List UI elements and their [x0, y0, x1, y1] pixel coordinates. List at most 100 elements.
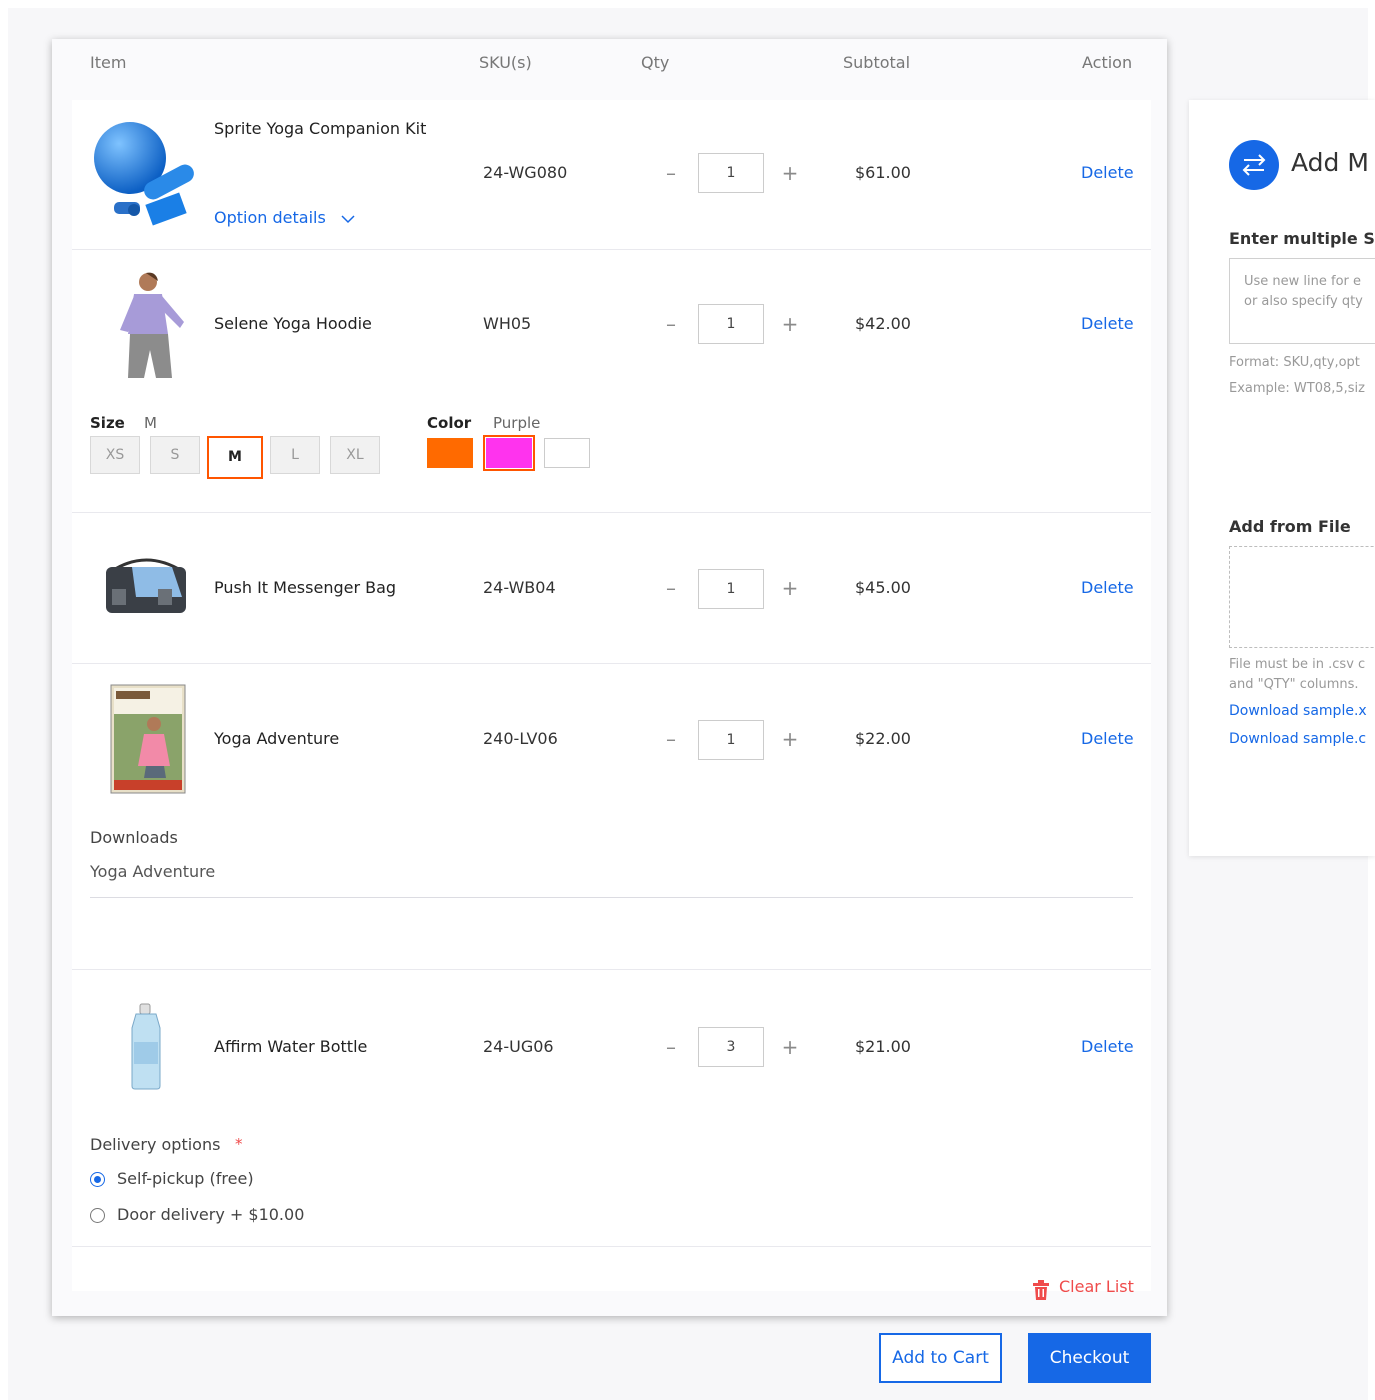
qty-decrease-button[interactable]: – — [662, 314, 680, 334]
color-swatch-purple[interactable] — [483, 435, 535, 471]
delivery-options-label: Delivery options — [90, 1135, 221, 1154]
qty-decrease-button[interactable]: – — [662, 578, 680, 598]
product-name: Sprite Yoga Companion Kit — [214, 119, 427, 138]
example-note: Example: WT08,5,siz — [1229, 381, 1365, 396]
column-header-item: Item — [90, 53, 127, 72]
qty-increase-button[interactable]: + — [781, 578, 799, 598]
size-option-s[interactable]: S — [150, 436, 200, 474]
size-option-xs[interactable]: XS — [90, 436, 140, 474]
quick-order-panel: Item SKU(s) Qty Subtotal Action Sprite Y… — [52, 39, 1167, 1316]
color-swatch-white[interactable] — [544, 438, 590, 468]
table-header: Item SKU(s) Qty Subtotal Action — [52, 39, 1167, 99]
option-details-toggle[interactable]: Option details — [214, 208, 355, 227]
textarea-placeholder-line1: Use new line for e — [1244, 274, 1362, 289]
enter-skus-label: Enter multiple S — [1229, 229, 1375, 248]
qty-decrease-button[interactable]: – — [662, 729, 680, 749]
trash-icon — [1033, 1280, 1049, 1300]
table-row: Sprite Yoga Companion Kit 24-WG080 – 1 +… — [72, 100, 1151, 249]
table-row: Affirm Water Bottle 24-UG06 – 3 + $21.00… — [72, 970, 1151, 1246]
download-sample-xlsx-link[interactable]: Download sample.x — [1229, 703, 1367, 719]
product-name: Push It Messenger Bag — [214, 578, 397, 597]
delete-link[interactable]: Delete — [1081, 314, 1134, 333]
product-sku: 24-WG080 — [483, 163, 568, 182]
column-header-action: Action — [1082, 53, 1133, 72]
row-divider — [72, 1246, 1151, 1247]
size-selected-value: M — [144, 414, 157, 432]
qty-input[interactable]: 1 — [698, 304, 764, 344]
column-header-subtotal: Subtotal — [843, 53, 911, 72]
add-from-file-label: Add from File — [1229, 517, 1351, 536]
delete-link[interactable]: Delete — [1081, 578, 1134, 597]
qty-input[interactable]: 1 — [698, 720, 764, 760]
delete-link[interactable]: Delete — [1081, 163, 1134, 182]
file-format-note-line2: and "QTY" columns. — [1229, 677, 1359, 692]
delete-link[interactable]: Delete — [1081, 1037, 1134, 1056]
column-header-qty: Qty — [641, 53, 670, 72]
qty-decrease-button[interactable]: – — [662, 1037, 680, 1057]
self-pickup-label: Self-pickup (free) — [117, 1169, 254, 1188]
add-to-cart-button[interactable]: Add to Cart — [879, 1333, 1002, 1383]
table-row: Push It Messenger Bag 24-WB04 – 1 + $45.… — [72, 513, 1151, 663]
size-option-xl[interactable]: XL — [330, 436, 380, 474]
product-subtotal: $22.00 — [855, 729, 911, 748]
product-sku: 240-LV06 — [483, 729, 558, 748]
size-option-m[interactable]: M — [207, 436, 263, 479]
qty-increase-button[interactable]: + — [781, 729, 799, 749]
qty-decrease-button[interactable]: – — [662, 163, 680, 183]
downloads-label: Downloads — [90, 828, 178, 847]
swap-arrows-icon — [1229, 140, 1279, 190]
door-delivery-label: Door delivery + $10.00 — [117, 1205, 305, 1224]
product-image-messenger-bag — [106, 558, 186, 613]
item-list: Sprite Yoga Companion Kit 24-WG080 – 1 +… — [72, 100, 1151, 1300]
clear-list-button[interactable]: Clear List — [1032, 1277, 1137, 1301]
table-row: Yoga Adventure 240-LV06 – 1 + $22.00 Del… — [72, 664, 1151, 930]
self-pickup-radio[interactable] — [90, 1172, 105, 1187]
download-sample-csv-link[interactable]: Download sample.c — [1229, 731, 1366, 747]
product-image-yoga-kit — [94, 122, 194, 226]
qty-increase-button[interactable]: + — [781, 314, 799, 334]
table-row: Selene Yoga Hoodie WH05 – 1 + $42.00 Del… — [72, 250, 1151, 512]
product-sku: WH05 — [483, 314, 532, 333]
door-delivery-radio[interactable] — [90, 1208, 105, 1223]
downloads-value: Yoga Adventure — [90, 862, 216, 881]
required-asterisk: * — [235, 1135, 243, 1153]
textarea-placeholder-line2: or also specify qty — [1244, 294, 1363, 309]
product-subtotal: $42.00 — [855, 314, 911, 333]
delivery-option-door-delivery[interactable]: Door delivery + $10.00 — [90, 1205, 350, 1227]
format-note: Format: SKU,qty,opt — [1229, 355, 1360, 370]
qty-increase-button[interactable]: + — [781, 1037, 799, 1057]
product-image-dvd-cover — [110, 684, 186, 794]
clear-list-label: Clear List — [1059, 1277, 1134, 1296]
product-image-hoodie — [120, 272, 184, 378]
qty-input[interactable]: 1 — [698, 569, 764, 609]
sidebar-title: Add M — [1291, 148, 1369, 177]
product-image-water-bottle — [131, 1003, 161, 1090]
delete-link[interactable]: Delete — [1081, 729, 1134, 748]
color-swatch-orange[interactable] — [427, 438, 473, 468]
column-header-sku: SKU(s) — [479, 53, 532, 72]
product-subtotal: $61.00 — [855, 163, 911, 182]
color-label: Color — [427, 414, 472, 432]
color-selected-value: Purple — [493, 414, 541, 432]
size-label: Size — [90, 414, 125, 432]
chevron-down-icon — [341, 214, 355, 223]
sku-textarea[interactable]: Use new line for e or also specify qty — [1229, 258, 1375, 344]
product-name: Yoga Adventure — [214, 729, 340, 748]
product-name: Affirm Water Bottle — [214, 1037, 368, 1056]
product-name: Selene Yoga Hoodie — [214, 314, 372, 333]
qty-input[interactable]: 1 — [698, 153, 764, 193]
qty-increase-button[interactable]: + — [781, 163, 799, 183]
add-multiple-skus-panel: Add M Enter multiple S Use new line for … — [1189, 100, 1375, 856]
option-details-label: Option details — [214, 208, 326, 227]
qty-input[interactable]: 3 — [698, 1027, 764, 1067]
product-subtotal: $45.00 — [855, 578, 911, 597]
product-sku: 24-WB04 — [483, 578, 556, 597]
file-format-note-line1: File must be in .csv c — [1229, 657, 1366, 672]
delivery-option-self-pickup[interactable]: Self-pickup (free) — [90, 1169, 350, 1191]
product-subtotal: $21.00 — [855, 1037, 911, 1056]
size-option-l[interactable]: L — [270, 436, 320, 474]
color-options — [427, 435, 597, 472]
file-drop-zone[interactable] — [1229, 546, 1375, 648]
product-sku: 24-UG06 — [483, 1037, 554, 1056]
checkout-button[interactable]: Checkout — [1028, 1333, 1151, 1383]
